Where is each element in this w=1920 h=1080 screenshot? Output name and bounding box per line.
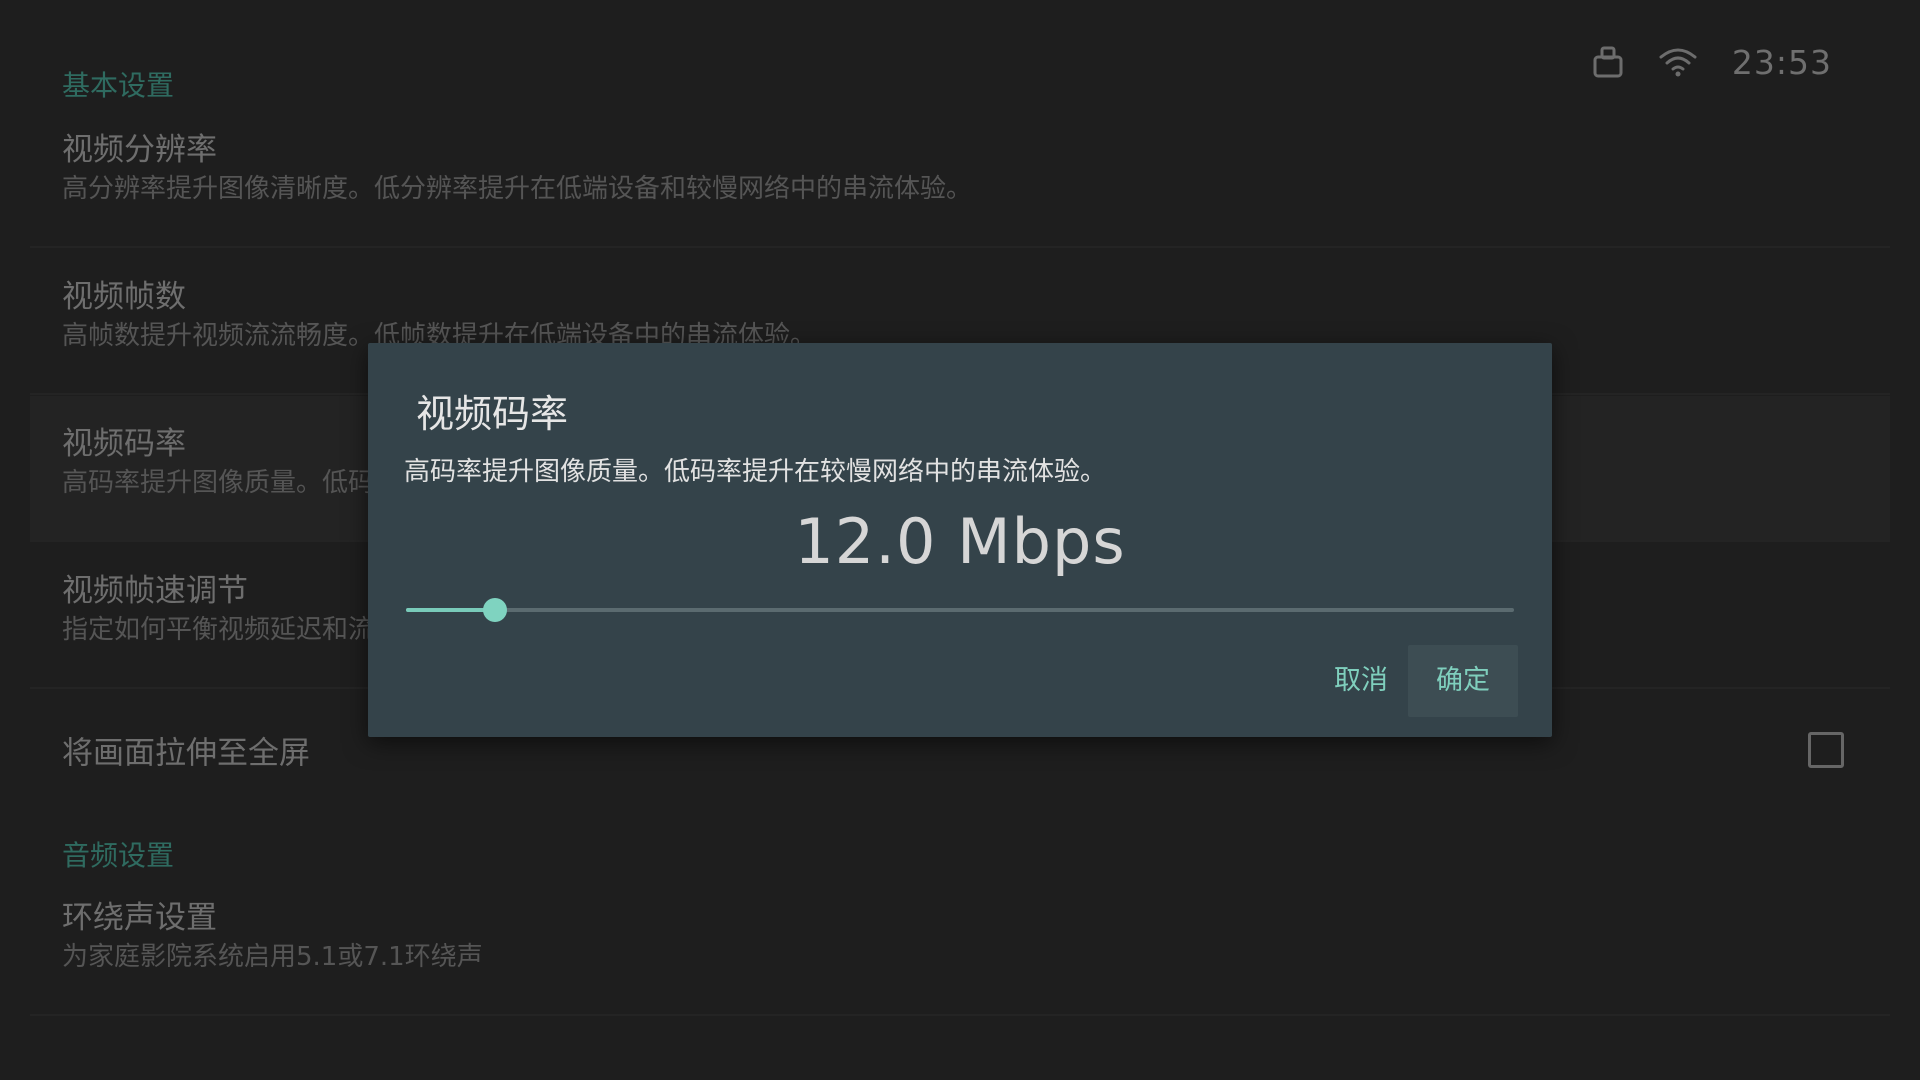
pref-surround-sound[interactable]: 环绕声设置 为家庭影院系统启用5.1或7.1环绕声 <box>30 870 1890 1016</box>
slider-fill <box>406 608 495 612</box>
section-header-audio: 音频设置 <box>62 839 175 872</box>
pref-title: 视频分辨率 <box>62 132 217 168</box>
pref-title: 视频帧速调节 <box>62 573 248 609</box>
dialog-title: 视频码率 <box>416 392 569 436</box>
dialog-message: 高码率提升图像质量。低码率提升在较慢网络中的串流体验。 <box>404 457 1107 487</box>
clock: 23:53 <box>1731 42 1832 82</box>
lock-icon <box>1592 45 1624 79</box>
pref-video-resolution[interactable]: 视频分辨率 高分辨率提升图像清晰度。低分辨率提升在低端设备和较慢网络中的串流体验… <box>30 102 1890 248</box>
pref-title: 视频帧数 <box>62 279 186 315</box>
pref-title: 视频码率 <box>62 426 186 462</box>
bitrate-value: 12.0 Mbps <box>794 505 1126 578</box>
slider-thumb[interactable] <box>482 598 507 622</box>
bitrate-dialog: 视频码率 高码率提升图像质量。低码率提升在较慢网络中的串流体验。 12.0 Mb… <box>368 343 1552 737</box>
cancel-button[interactable]: 取消 <box>1306 645 1416 717</box>
wifi-icon <box>1658 47 1698 77</box>
pref-title: 环绕声设置 <box>62 900 217 936</box>
pref-summary: 高分辨率提升图像清晰度。低分辨率提升在低端设备和较慢网络中的串流体验。 <box>62 174 973 204</box>
bitrate-slider[interactable] <box>406 595 1514 625</box>
status-bar: 23:53 <box>1592 40 1832 84</box>
section-header-basic: 基本设置 <box>62 69 175 102</box>
ok-button[interactable]: 确定 <box>1408 645 1518 717</box>
pref-summary: 为家庭影院系统启用5.1或7.1环绕声 <box>62 942 483 972</box>
pref-title: 将画面拉伸至全屏 <box>62 735 310 772</box>
slider-track <box>406 608 1514 612</box>
stretch-checkbox[interactable] <box>1808 732 1844 768</box>
settings-screen: 23:53 基本设置 视频分辨率 高分辨率提升图像清晰度。低分辨率提升在低端设备… <box>0 0 1920 1080</box>
